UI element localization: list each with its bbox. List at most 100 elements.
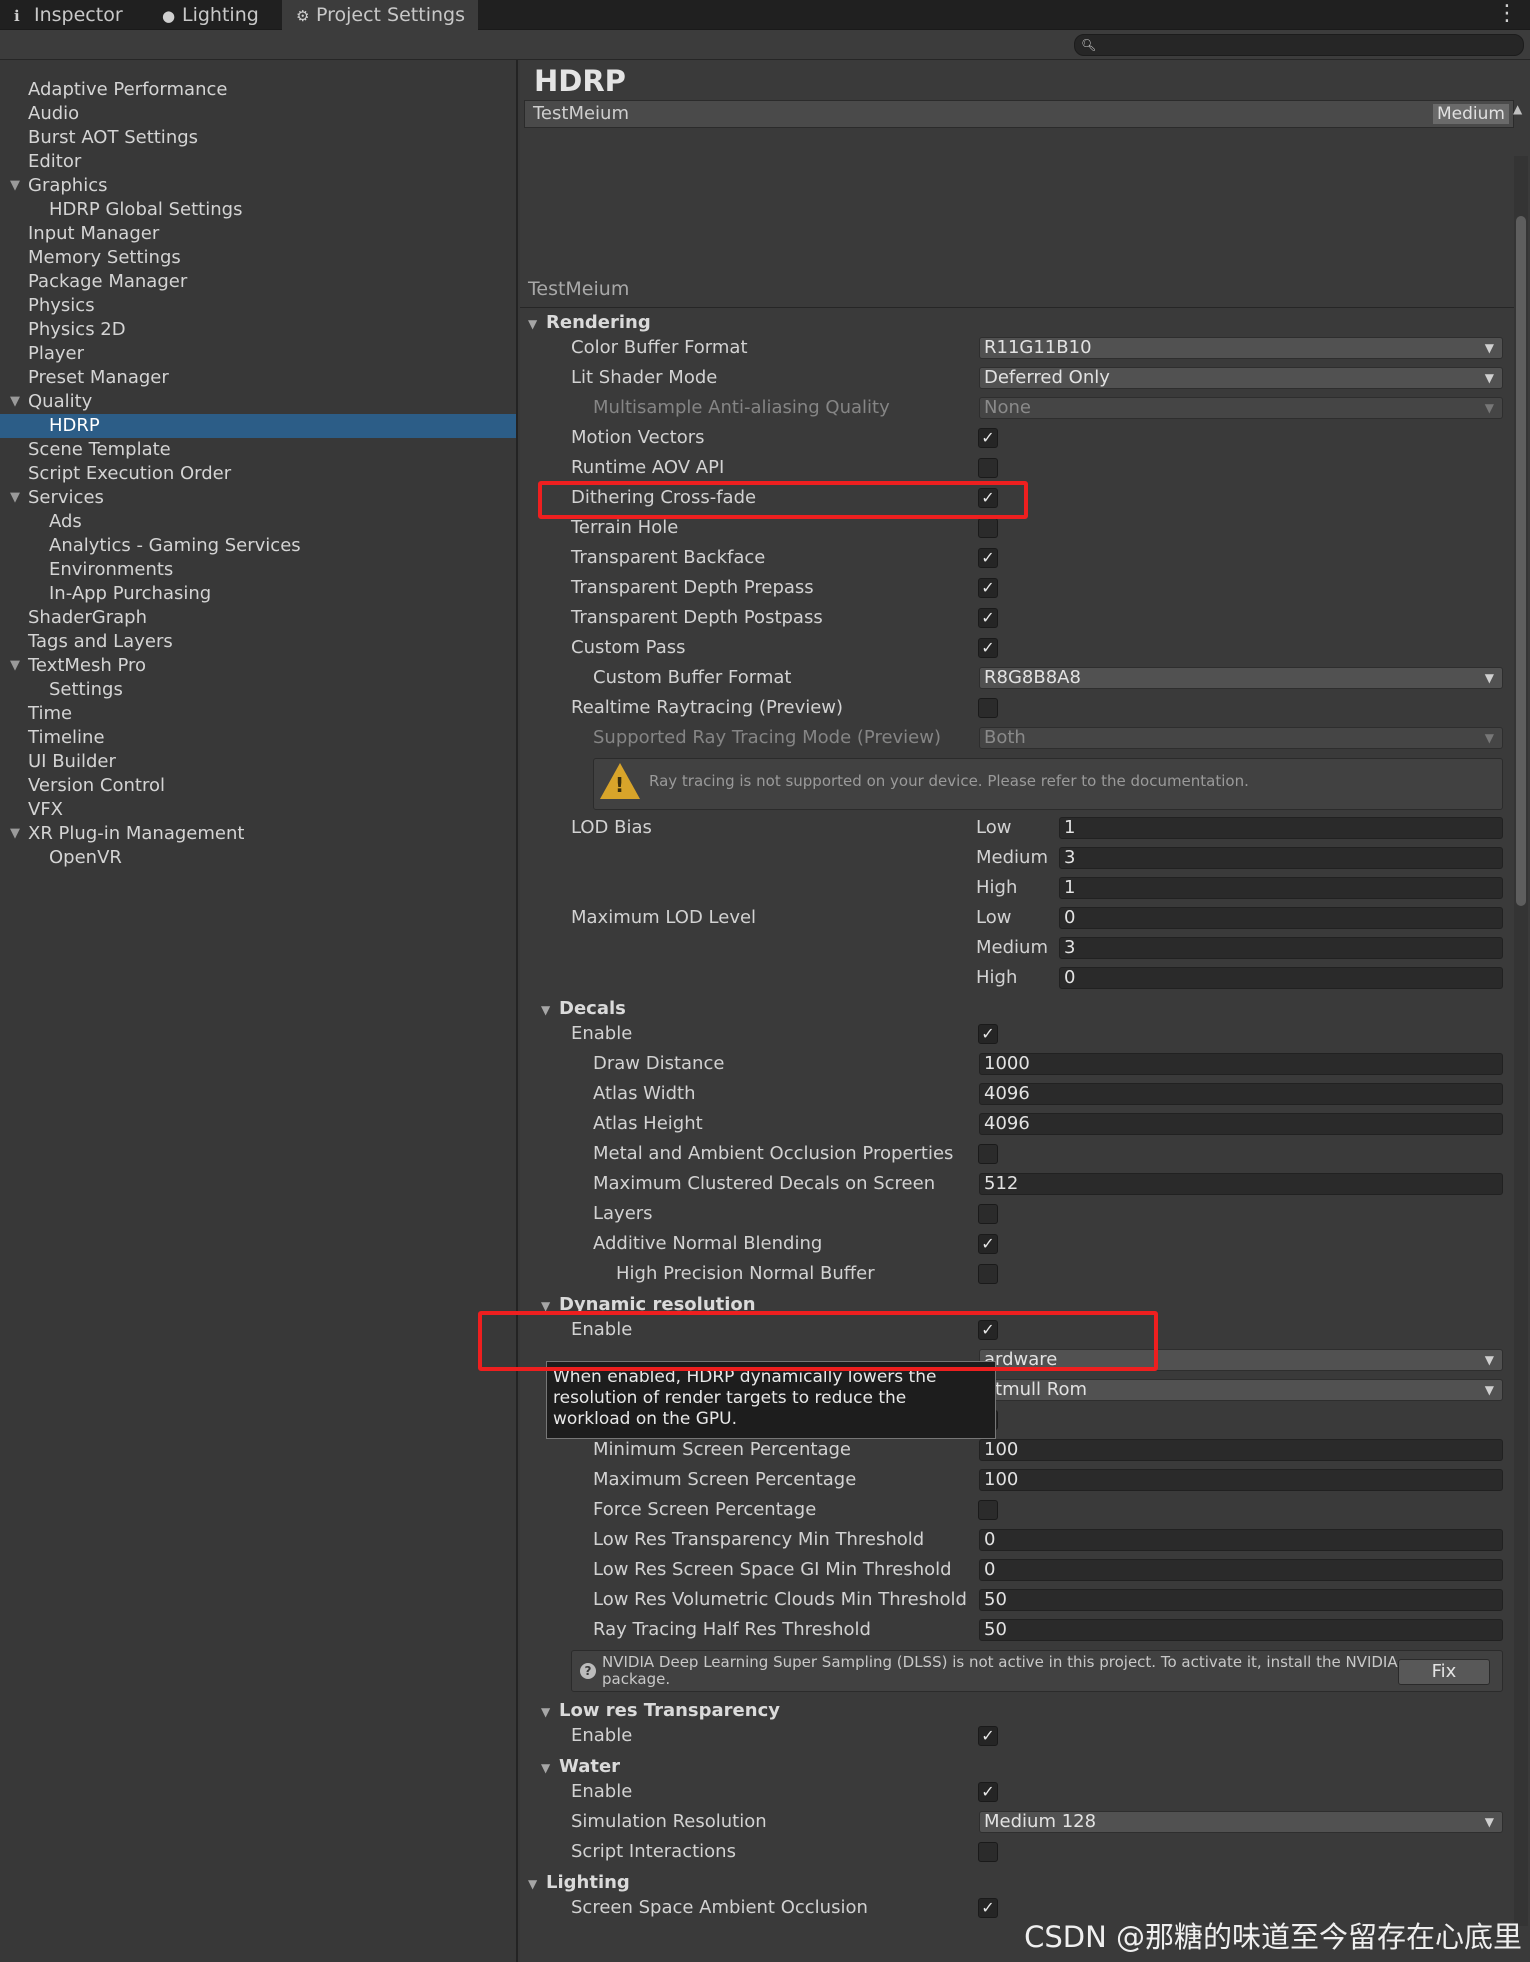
additive-normal-blending-checkbox[interactable]: ✓ <box>978 1234 998 1254</box>
sidebar-item-adaptive-performance[interactable]: Adaptive Performance <box>0 78 516 102</box>
force-screen-percentage-checkbox[interactable] <box>978 1500 998 1520</box>
lit-shader-mode-dropdown[interactable]: Deferred Only ▼ <box>979 367 1503 389</box>
section-lighting[interactable]: ▼ Lighting <box>528 1870 630 1896</box>
setting-label-custom-buffer-format: Custom Buffer Format <box>593 667 792 688</box>
sidebar-item-script-execution-order[interactable]: Script Execution Order <box>0 462 516 486</box>
maximum-lod-level-medium-field[interactable]: 3 <box>1059 937 1503 959</box>
maximum-clustered-decals-on-screen-field[interactable]: 512 <box>979 1173 1503 1195</box>
script-interactions-checkbox[interactable] <box>978 1842 998 1862</box>
fold-arrow-icon[interactable]: ▼ <box>528 1871 546 1897</box>
sidebar-item-audio[interactable]: Audio <box>0 102 516 126</box>
atlas-height-field[interactable]: 4096 <box>979 1113 1503 1135</box>
enable-checkbox[interactable]: ✓ <box>978 1726 998 1746</box>
scroll-up-arrow-icon[interactable]: ▲ <box>1513 102 1522 116</box>
high-precision-normal-buffer-checkbox[interactable] <box>978 1264 998 1284</box>
maximum-lod-level-high-field[interactable]: 0 <box>1059 967 1503 989</box>
multisample-anti-aliasing-quality-dropdown[interactable]: None ▼ <box>979 397 1503 419</box>
sidebar-item-memory-settings[interactable]: Memory Settings <box>0 246 516 270</box>
value-31-dropdown[interactable]: atmull Rom ▼ <box>979 1379 1503 1401</box>
section-rendering[interactable]: ▼ Rendering <box>528 310 651 336</box>
low-res-screen-space-gi-min-threshold-field[interactable]: 0 <box>979 1559 1503 1581</box>
vertical-scrollbar[interactable] <box>1514 156 1528 1926</box>
custom-buffer-format-dropdown[interactable]: R8G8B8A8 ▼ <box>979 667 1503 689</box>
sidebar-item-in-app-purchasing[interactable]: In-App Purchasing <box>0 582 516 606</box>
sidebar-item-shadergraph[interactable]: ShaderGraph <box>0 606 516 630</box>
fold-arrow-icon[interactable]: ▼ <box>541 1699 559 1725</box>
transparent-depth-prepass-checkbox[interactable]: ✓ <box>978 578 998 598</box>
scrollbar-thumb[interactable] <box>1516 216 1526 906</box>
sidebar-item-package-manager[interactable]: Package Manager <box>0 270 516 294</box>
tab-inspector[interactable]: ℹ Inspector <box>0 0 148 30</box>
sidebar-item-physics[interactable]: Physics <box>0 294 516 318</box>
sidebar-item-hdrp-global-settings[interactable]: HDRP Global Settings <box>0 198 516 222</box>
sidebar-item-tags-and-layers[interactable]: Tags and Layers <box>0 630 516 654</box>
fold-arrow-icon[interactable]: ▼ <box>10 486 20 510</box>
lod-bias-medium-field[interactable]: 3 <box>1059 847 1503 869</box>
sidebar-item-vfx[interactable]: VFX <box>0 798 516 822</box>
section-water[interactable]: ▼ Water <box>541 1754 620 1780</box>
supported-ray-tracing-mode-preview-dropdown[interactable]: Both ▼ <box>979 727 1503 749</box>
quality-asset-list-item[interactable]: TestMeium Medium <box>524 100 1514 128</box>
low-res-volumetric-clouds-min-threshold-field[interactable]: 50 <box>979 1589 1503 1611</box>
fold-arrow-icon[interactable]: ▼ <box>10 174 20 198</box>
minimum-screen-percentage-field[interactable]: 100 <box>979 1439 1503 1461</box>
realtime-raytracing-preview-checkbox[interactable] <box>978 698 998 718</box>
fold-arrow-icon[interactable]: ▼ <box>541 997 559 1023</box>
sidebar-item-textmesh-pro[interactable]: ▼ TextMesh Pro <box>0 654 516 678</box>
tab-lighting[interactable]: ● Lighting <box>148 0 282 30</box>
sidebar-item-hdrp[interactable]: HDRP <box>0 414 516 438</box>
sidebar-item-settings[interactable]: Settings <box>0 678 516 702</box>
screen-space-ambient-occlusion-checkbox[interactable]: ✓ <box>978 1898 998 1918</box>
sidebar-item-physics-2d[interactable]: Physics 2D <box>0 318 516 342</box>
atlas-width-field[interactable]: 4096 <box>979 1083 1503 1105</box>
sidebar-item-editor[interactable]: Editor <box>0 150 516 174</box>
fold-arrow-icon[interactable]: ▼ <box>10 654 20 678</box>
sidebar-item-time[interactable]: Time <box>0 702 516 726</box>
motion-vectors-checkbox[interactable]: ✓ <box>978 428 998 448</box>
section-low-res-transparency[interactable]: ▼ Low res Transparency <box>541 1698 780 1724</box>
sidebar-item-services[interactable]: ▼ Services <box>0 486 516 510</box>
fold-arrow-icon[interactable]: ▼ <box>528 311 546 337</box>
fold-arrow-icon[interactable]: ▼ <box>541 1755 559 1781</box>
sidebar-item-environments[interactable]: Environments <box>0 558 516 582</box>
low-res-transparency-min-threshold-field[interactable]: 0 <box>979 1529 1503 1551</box>
enable-checkbox[interactable]: ✓ <box>978 1024 998 1044</box>
metal-and-ambient-occlusion-properties-checkbox[interactable] <box>978 1144 998 1164</box>
sidebar-item-graphics[interactable]: ▼ Graphics <box>0 174 516 198</box>
runtime-aov-api-checkbox[interactable] <box>978 458 998 478</box>
sidebar-item-preset-manager[interactable]: Preset Manager <box>0 366 516 390</box>
sidebar-item-openvr[interactable]: OpenVR <box>0 846 516 870</box>
fix-button[interactable]: Fix <box>1398 1659 1490 1685</box>
custom-pass-checkbox[interactable]: ✓ <box>978 638 998 658</box>
sidebar-item-burst-aot-settings[interactable]: Burst AOT Settings <box>0 126 516 150</box>
sidebar-item-ads[interactable]: Ads <box>0 510 516 534</box>
sidebar-item-scene-template[interactable]: Scene Template <box>0 438 516 462</box>
lod-bias-high-field[interactable]: 1 <box>1059 877 1503 899</box>
fold-arrow-icon[interactable]: ▼ <box>10 390 20 414</box>
section-decals[interactable]: ▼ Decals <box>541 996 626 1022</box>
search-input[interactable]: 🔍︎ <box>1074 34 1524 56</box>
tab-project-settings[interactable]: ⚙ Project Settings <box>282 0 478 30</box>
draw-distance-field[interactable]: 1000 <box>979 1053 1503 1075</box>
sidebar-item-version-control[interactable]: Version Control <box>0 774 516 798</box>
terrain-hole-checkbox[interactable] <box>978 518 998 538</box>
fold-arrow-icon[interactable]: ▼ <box>10 822 20 846</box>
maximum-screen-percentage-field[interactable]: 100 <box>979 1469 1503 1491</box>
ray-tracing-half-res-threshold-field[interactable]: 50 <box>979 1619 1503 1641</box>
sidebar-item-player[interactable]: Player <box>0 342 516 366</box>
color-buffer-format-dropdown[interactable]: R11G11B10 ▼ <box>979 337 1503 359</box>
enable-checkbox[interactable]: ✓ <box>978 1782 998 1802</box>
lod-bias-low-field[interactable]: 1 <box>1059 817 1503 839</box>
sidebar-item-xr-plug-in-management[interactable]: ▼ XR Plug-in Management <box>0 822 516 846</box>
sidebar-item-quality[interactable]: ▼ Quality <box>0 390 516 414</box>
transparent-depth-postpass-checkbox[interactable]: ✓ <box>978 608 998 628</box>
sidebar-item-input-manager[interactable]: Input Manager <box>0 222 516 246</box>
sidebar-item-ui-builder[interactable]: UI Builder <box>0 750 516 774</box>
layers-checkbox[interactable] <box>978 1204 998 1224</box>
transparent-backface-checkbox[interactable]: ✓ <box>978 548 998 568</box>
sidebar-item-timeline[interactable]: Timeline <box>0 726 516 750</box>
kebab-menu-icon[interactable]: ⋮ <box>1496 0 1518 28</box>
maximum-lod-level-low-field[interactable]: 0 <box>1059 907 1503 929</box>
simulation-resolution-dropdown[interactable]: Medium 128 ▼ <box>979 1811 1503 1833</box>
sidebar-item-analytics-gaming-services[interactable]: Analytics - Gaming Services <box>0 534 516 558</box>
